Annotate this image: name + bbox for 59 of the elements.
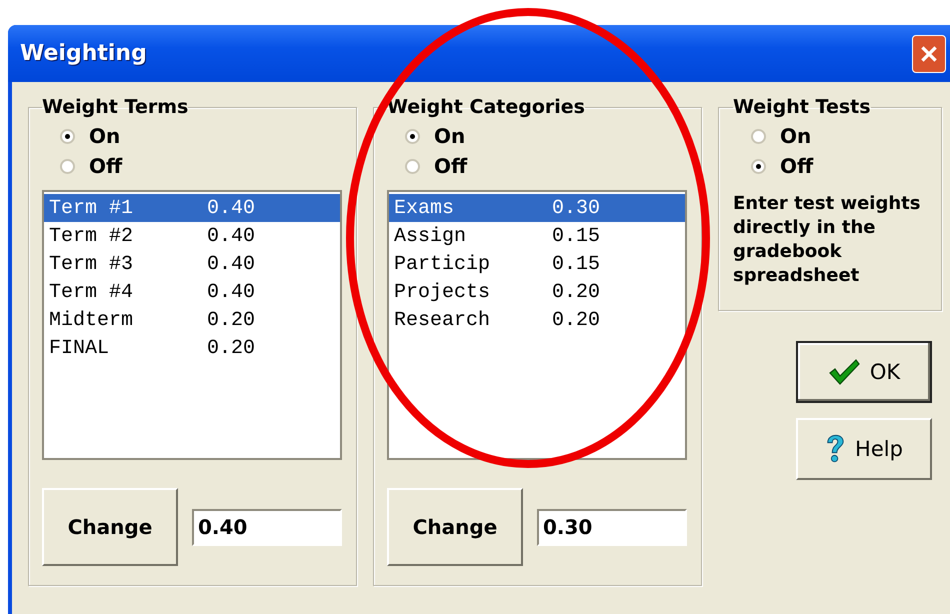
radio-label[interactable]: Off [780, 154, 814, 178]
list-item-name: Projects [394, 280, 492, 304]
radio-button[interactable] [60, 128, 75, 144]
list-item-name: Term #3 [49, 252, 134, 276]
radio-label[interactable]: Off [434, 154, 468, 178]
list-item-name: Particip [394, 252, 492, 276]
list-item-value: 0.40 [207, 224, 256, 248]
ok-button[interactable]: OK [796, 341, 932, 403]
checkmark-icon [828, 358, 860, 386]
list-row[interactable]: Term #1 0.40 [44, 194, 340, 222]
list-item-name: Term #4 [49, 280, 134, 304]
list-item-value: 0.40 [207, 196, 256, 220]
radio-label[interactable]: On [780, 124, 812, 148]
question-mark-icon [825, 434, 846, 464]
list-item-value: 0.15 [552, 224, 600, 248]
change-button[interactable]: Change [387, 488, 523, 566]
list-item-value: 0.20 [207, 336, 256, 360]
list-item-name: Assign [394, 224, 468, 248]
value-field[interactable]: 0.40 [192, 508, 342, 546]
list-item-value: 0.20 [552, 308, 600, 332]
value-field[interactable]: 0.30 [537, 508, 687, 546]
list-row[interactable]: Exams 0.30 [389, 194, 685, 222]
radio-button[interactable] [405, 158, 420, 174]
radio-button[interactable] [751, 158, 766, 174]
radio-label[interactable]: On [89, 124, 120, 148]
list-item-name: Term #2 [49, 224, 134, 248]
radio-label[interactable]: On [434, 124, 466, 148]
change-button[interactable]: Change [42, 488, 178, 566]
radio-label[interactable]: Off [89, 154, 122, 178]
list-item-name: Term #1 [49, 196, 134, 220]
list-row[interactable]: Term #4 0.40 [44, 278, 340, 306]
list-item-value: 0.40 [207, 280, 256, 304]
list-item-name: Midterm [49, 308, 134, 332]
group-title: Weight Tests [733, 96, 871, 118]
radio-button[interactable] [751, 128, 766, 144]
list-item-value: 0.20 [207, 308, 256, 332]
list-row[interactable]: FINAL 0.20 [44, 334, 340, 362]
list-item-value: 0.40 [207, 252, 256, 276]
radio-button[interactable] [405, 128, 420, 144]
close-button[interactable] [912, 34, 946, 72]
help-button[interactable]: Help [796, 418, 932, 480]
list-item-name: Exams [394, 196, 456, 220]
instruction-text: Enter test weights directly in the gradebook spreadsheet [733, 192, 922, 288]
list-row[interactable]: Midterm 0.20 [44, 306, 340, 334]
list-row[interactable]: Term #2 0.40 [44, 222, 340, 250]
list-item-value: 0.15 [552, 252, 600, 276]
list-row[interactable]: Term #3 0.40 [44, 250, 340, 278]
list-row[interactable]: Particip 0.15 [389, 250, 685, 278]
group-title: Weight Terms [42, 96, 188, 118]
list-row[interactable]: Research 0.20 [389, 306, 685, 334]
window-title: Weighting [20, 41, 147, 66]
list-row[interactable]: Projects 0.20 [389, 278, 685, 306]
list-item-value: 0.20 [552, 280, 600, 304]
list-item-value: 0.30 [552, 196, 600, 220]
list-row[interactable]: Assign 0.15 [389, 222, 685, 250]
radio-button[interactable] [60, 158, 75, 174]
group-title: Weight Categories [387, 96, 585, 118]
list-item-name: Research [394, 308, 492, 332]
list-item-name: FINAL [49, 336, 110, 360]
